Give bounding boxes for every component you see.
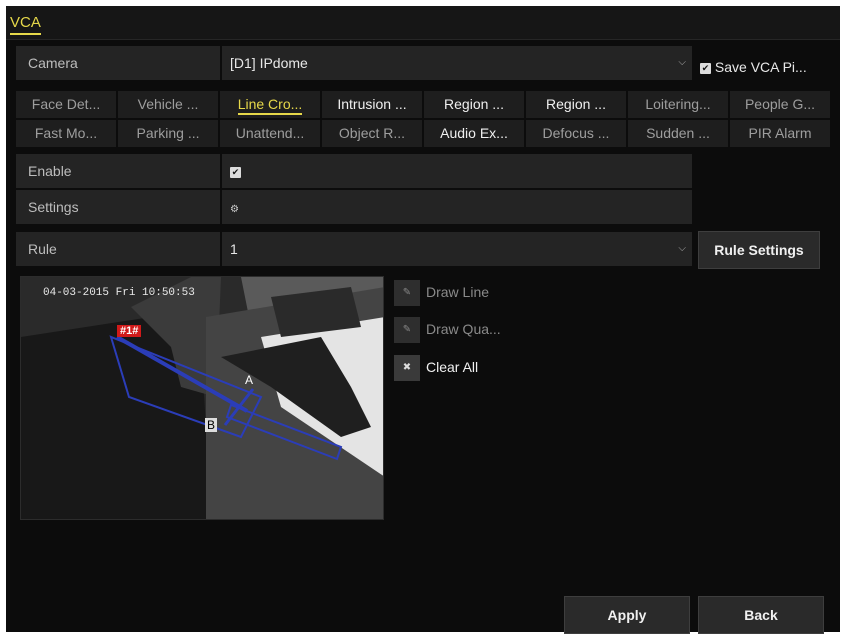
title-bar: VCA (6, 6, 840, 40)
save-vca-picture-checkbox[interactable]: ✔ Save VCA Pi... (700, 59, 807, 75)
clear-all-label: Clear All (426, 359, 479, 375)
settings-label: Settings (16, 190, 220, 224)
tab-label: Audio Ex... (440, 125, 508, 141)
tab-label: Object R... (338, 125, 406, 141)
tab-label: Loitering... (645, 96, 711, 112)
tab-label: Unattend... (235, 125, 305, 141)
draw-line-label: Draw Line (426, 284, 490, 300)
camera-select-value: [D1] IPdome (230, 55, 308, 71)
tab-label: Face Det... (31, 96, 101, 112)
tab-label: Region ... (444, 96, 504, 112)
chevron-down-icon: ⌵ (678, 243, 686, 254)
camera-select[interactable]: [D1] IPdome ⌵ (222, 46, 692, 80)
enable-field: ✔ (222, 154, 692, 188)
tab-label: Intrusion ... (337, 96, 407, 112)
gear-icon[interactable]: ⚙ (230, 204, 239, 215)
point-b-label: B (205, 418, 218, 432)
camera-row: Camera [D1] IPdome ⌵ (16, 46, 692, 80)
tab-parking[interactable]: Parking ... (118, 120, 218, 147)
tab-label: Region ... (546, 96, 606, 112)
apply-button[interactable]: Apply (564, 596, 690, 634)
save-vca-label: Save VCA Pi... (714, 59, 807, 75)
rule-row: Rule 1 ⌵ (16, 232, 692, 266)
tab-label: PIR Alarm (748, 125, 812, 141)
tab-people-gathering[interactable]: People G... (730, 91, 830, 118)
rule-settings-button[interactable]: Rule Settings (698, 231, 820, 269)
back-button[interactable]: Back (698, 596, 824, 634)
rule-select[interactable]: 1 ⌵ (222, 232, 692, 266)
camera-preview[interactable]: 04-03-2015 Fri 10:50:53 #1# A B (20, 276, 384, 520)
tab-label: Fast Mo... (34, 125, 98, 141)
timestamp-overlay: 04-03-2015 Fri 10:50:53 (43, 287, 195, 299)
tab-label: People G... (744, 96, 816, 112)
preview-image (21, 277, 383, 519)
rule-tag: #1# (117, 325, 142, 337)
enable-label: Enable (16, 154, 220, 188)
window-title: VCA (10, 14, 41, 35)
draw-line-button[interactable]: ✎ Draw Line (394, 279, 490, 307)
rule-select-value: 1 (230, 241, 238, 257)
settings-field: ⚙ (222, 190, 692, 224)
tab-label: Vehicle ... (137, 96, 199, 112)
draw-quadrilateral-button[interactable]: ✎ Draw Qua... (394, 316, 501, 344)
clear-all-button[interactable]: ✖ Clear All (394, 354, 479, 382)
tab-pir-alarm[interactable]: PIR Alarm (730, 120, 830, 147)
enable-row: Enable ✔ (16, 154, 692, 188)
tab-fast-moving[interactable]: Fast Mo... (16, 120, 116, 147)
tab-object-removal[interactable]: Object R... (322, 120, 422, 147)
tab-region-entrance[interactable]: Region ... (424, 91, 524, 118)
tab-audio-exception[interactable]: Audio Ex... (424, 120, 524, 147)
tab-label: Parking ... (136, 125, 200, 141)
point-a-label: A (245, 373, 254, 387)
enable-checkbox[interactable]: ✔ (230, 166, 241, 178)
tab-label: Defocus ... (542, 125, 610, 141)
tab-loitering[interactable]: Loitering... (628, 91, 728, 118)
tab-face-detection[interactable]: Face Det... (16, 91, 116, 118)
chevron-down-icon: ⌵ (678, 57, 686, 68)
tab-region-exiting[interactable]: Region ... (526, 91, 626, 118)
draw-quad-label: Draw Qua... (426, 321, 501, 337)
checkbox-checked-icon: ✔ (700, 62, 711, 74)
settings-row: Settings ⚙ (16, 190, 692, 224)
clear-icon: ✖ (394, 355, 420, 382)
tab-label: Sudden ... (646, 125, 710, 141)
tab-intrusion[interactable]: Intrusion ... (322, 91, 422, 118)
camera-label: Camera (16, 46, 220, 80)
rule-label: Rule (16, 232, 220, 266)
vca-window: VCA Camera [D1] IPdome ⌵ ✔ Save VCA Pi..… (6, 6, 840, 634)
tab-unattended-baggage[interactable]: Unattend... (220, 120, 320, 147)
tab-label: Line Cro... (237, 96, 303, 115)
tab-line-crossing[interactable]: Line Cro... (220, 91, 320, 118)
tab-vehicle-detection[interactable]: Vehicle ... (118, 91, 218, 118)
tab-defocus[interactable]: Defocus ... (526, 120, 626, 147)
tab-sudden-scene-change[interactable]: Sudden ... (628, 120, 728, 147)
pencil-icon: ✎ (394, 280, 420, 307)
edit-icon: ✎ (394, 317, 420, 344)
